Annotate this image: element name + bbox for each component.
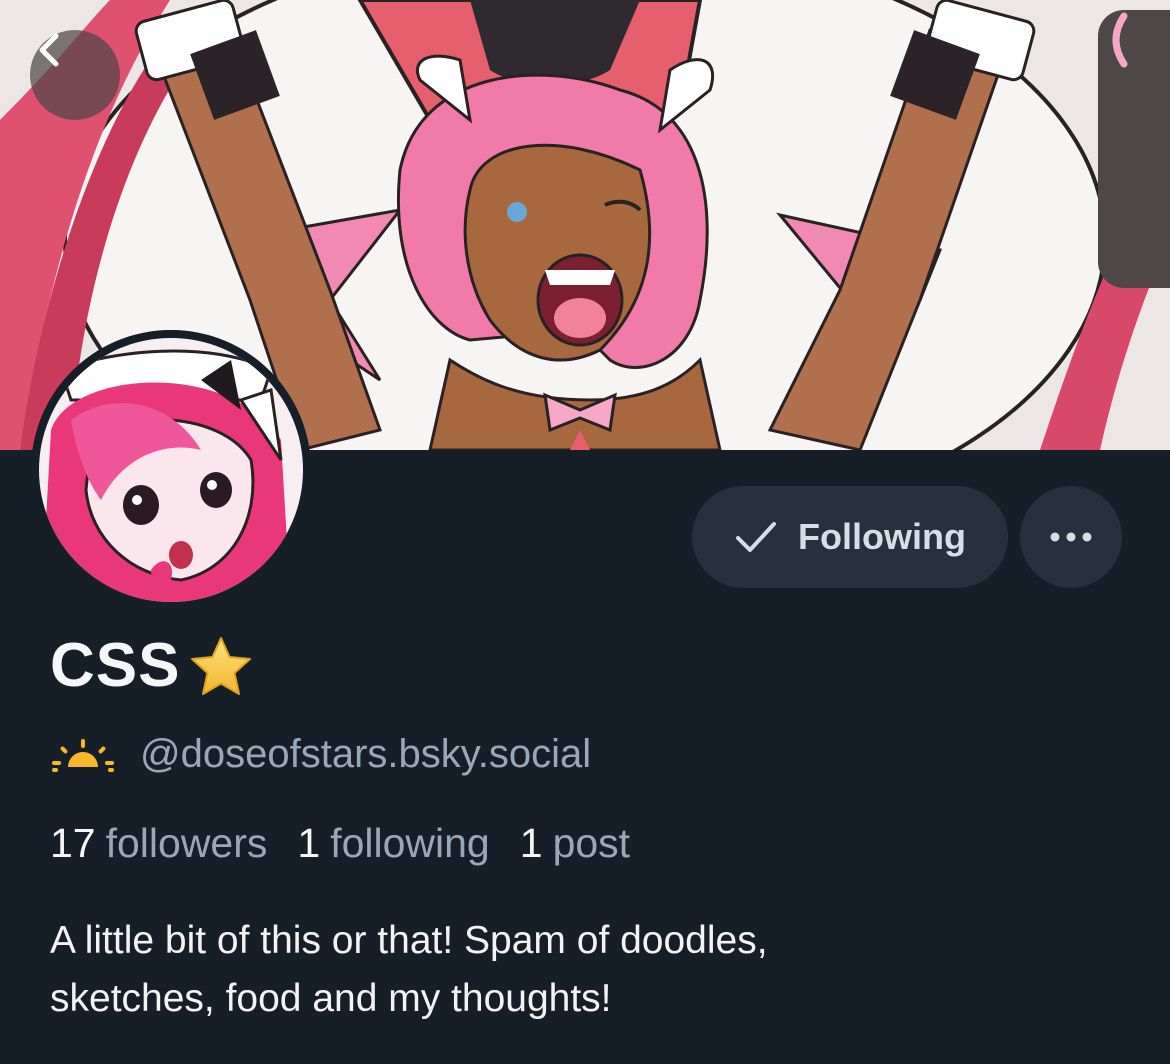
- followers-label[interactable]: followers: [106, 820, 268, 867]
- ellipsis-icon: [1050, 532, 1092, 542]
- chevron-left-icon: [1112, 12, 1128, 68]
- bio-line: sketches, food and my thoughts!: [50, 977, 612, 1020]
- chevron-left-icon: [39, 33, 59, 67]
- bio-line: A little bit of this or that! Spam of do…: [50, 919, 768, 962]
- avatar-image: [31, 330, 311, 610]
- more-options-button[interactable]: [1020, 486, 1122, 588]
- back-button[interactable]: [30, 30, 120, 120]
- user-handle[interactable]: @doseofstars.bsky.social: [140, 732, 591, 777]
- side-drawer-tab[interactable]: [1098, 10, 1170, 288]
- following-count[interactable]: 1: [297, 820, 320, 867]
- star-emoji-icon: [191, 636, 252, 695]
- avatar[interactable]: [31, 330, 311, 610]
- posts-label: post: [552, 820, 631, 866]
- handle-row: @doseofstars.bsky.social: [50, 732, 591, 777]
- followers-count[interactable]: 17: [50, 820, 96, 867]
- following-button[interactable]: Following: [692, 486, 1008, 588]
- sunrise-icon: [52, 738, 114, 772]
- display-name-text: CSS: [50, 631, 181, 700]
- checkmark-icon: [736, 522, 777, 552]
- display-name: CSS: [50, 630, 254, 701]
- profile-stats: 17 followers 1 following 1 post: [50, 820, 650, 867]
- profile-bio: A little bit of this or that! Spam of do…: [50, 912, 1130, 1028]
- posts-count: 1: [519, 820, 543, 866]
- following-label[interactable]: following: [330, 820, 490, 867]
- following-button-label: Following: [798, 516, 966, 557]
